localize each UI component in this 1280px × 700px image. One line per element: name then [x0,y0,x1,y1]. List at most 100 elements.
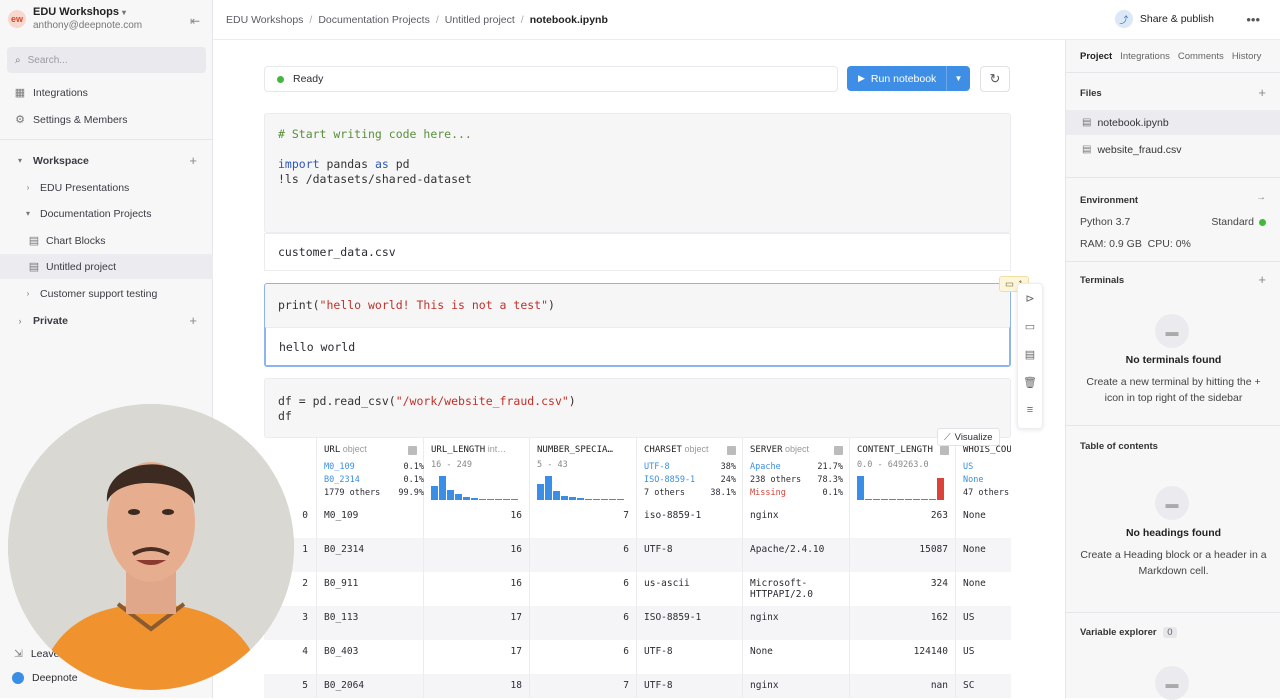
column-menu-icon[interactable] [727,446,736,455]
sidebar-item-chart-blocks[interactable]: ▤ Chart Blocks [0,228,213,253]
table-cell: UTF-8 [637,538,743,572]
arrow-right-icon[interactable]: → [1256,192,1266,203]
sidebar-item-edu-presentations[interactable]: › EDU Presentations [0,175,213,200]
terminals-heading: Terminals [1080,275,1125,286]
search-input[interactable]: ⌕ Search... [7,47,206,73]
file-item[interactable]: ▤ notebook.ipynb [1066,110,1280,135]
table-row: 1 B0_2314 16 6 UTF-8 Apache/2.4.10 15087 None [264,538,1011,572]
more-options-icon[interactable]: ••• [1246,12,1260,27]
collapse-sidebar-icon[interactable]: ⇤ [190,14,200,28]
file-item[interactable]: ▤ website_fraud.csv [1066,137,1280,162]
topbar: EDU Workshops / Documentation Projects / U… [213,0,1280,40]
table-cell: nginx [743,606,850,640]
code-editor[interactable]: # Start writing code here... import pand… [265,114,1010,200]
chart-icon: ⟋ [944,431,951,443]
table-row: 4 B0_403 17 6 UTF-8 None 124140 US [264,640,1011,674]
menu-icon[interactable]: ≡ [1018,396,1042,424]
machine-status-dot [1259,219,1266,226]
column-menu-icon[interactable] [940,446,949,455]
breadcrumb-item[interactable]: Untitled project [445,14,515,26]
empty-terminals-title: No terminals found [1125,354,1222,366]
grid-icon: ▦ [14,87,26,99]
empty-headings-title: No headings found [1125,527,1222,539]
table-cell: 16 [424,538,530,572]
trash-icon[interactable]: 🗑 [1018,368,1042,396]
column-header[interactable]: CONTENT_LENGTH 0.0 - 649263.0 [850,438,956,504]
breadcrumb-item[interactable]: EDU Workshops [226,14,303,26]
add-terminal-icon[interactable]: + [1258,272,1266,287]
run-options-dropdown[interactable]: ▼ [946,66,970,91]
sidebar-item-integrations[interactable]: ▦ Integrations [0,80,213,105]
sidebar-item-documentation-projects[interactable]: ▾ Documentation Projects [0,201,213,226]
tab-project[interactable]: Project [1080,51,1112,62]
table-cell: 162 [850,606,956,640]
chevron-right-icon: › [26,289,30,298]
table-cell: B0_403 [317,640,424,674]
breadcrumb-current[interactable]: notebook.ipynb [530,14,608,26]
column-header[interactable]: URL_LENGTH int… 16 - 249 [424,438,530,504]
table-cell: 16 [424,572,530,606]
calendar-icon[interactable]: ▤ [1018,340,1042,368]
files-heading: Files [1080,88,1102,99]
column-header[interactable]: WHOIS_COU US None 47 others [956,438,1011,504]
terminal-icon: ▬ [1155,314,1189,348]
histogram [857,474,947,500]
column-header[interactable]: SERVER object Apache 21.7% 238 others 78.3… [743,438,850,504]
table-row: 2 B0_911 16 6 us-ascii Microsoft-HTTPAPI/2.0 3… [264,572,1011,606]
exit-icon: ⇲ [14,648,23,660]
environment-python[interactable]: Python 3.7 Standard [1080,216,1266,228]
column-menu-icon[interactable] [408,446,417,455]
workspace-section[interactable]: ▾ Workspace + [0,148,213,173]
cell-output: customer_data.csv [264,233,1011,271]
add-file-icon[interactable]: + [1258,85,1266,100]
code-cell[interactable]: # Start writing code here... import pand… [264,113,1011,233]
comment-icon: ▭ [1005,278,1014,290]
table-row: 3 B0_113 17 6 ISO-8859-1 nginx 162 US [264,606,1011,640]
notebook-area: Ready ▶ Run notebook ▼ ↻ # Start writing … [213,40,1065,698]
column-menu-icon[interactable] [834,446,843,455]
search-icon: ⌕ [15,54,21,66]
table-cell: None [963,544,986,555]
restart-icon[interactable]: ↻ [980,66,1010,92]
run-notebook-button[interactable]: ▶ Run notebook ▼ [847,66,970,91]
workspace-switcher[interactable]: ew EDU Workshops ▾ anthony@deepnote.com [8,6,142,32]
document-icon: ▤ [28,235,40,247]
column-header[interactable]: URL object M0_109 0.1% B0_2314 0.1% 1779 o… [317,438,424,504]
row-index: 4 [264,640,317,674]
tab-history[interactable]: History [1232,51,1262,62]
visualize-button[interactable]: ⟋ Visualize [937,428,1000,446]
breadcrumb: EDU Workshops / Documentation Projects / U… [226,13,608,26]
sidebar-item-settings[interactable]: ⚙ Settings & Members [0,107,213,132]
code-cell[interactable]: df = pd.read_csv("/work/website_fraud.cs… [264,378,1011,438]
table-cell: 6 [530,606,637,640]
comment-icon[interactable]: ▭ [1018,312,1042,340]
variable-icon: ▬ [1155,666,1189,700]
share-icon: ⤴ [1114,10,1133,28]
table-cell: 6 [530,640,637,674]
table-cell: UTF-8 [637,674,743,698]
document-icon: ▤ [28,261,40,273]
table-row: 5 B0_2064 18 7 UTF-8 nginx nan SC [264,674,1011,698]
tab-integrations[interactable]: Integrations [1120,51,1170,62]
table-row: 0 M0_109 16 7 iso-8859-1 nginx 263 None [264,504,1011,538]
run-cell-icon[interactable]: ⊳ [1018,284,1042,312]
table-cell: B0_113 [317,606,424,640]
private-section[interactable]: › Private + [0,308,213,333]
chevron-right-icon: › [18,315,22,326]
sidebar-item-customer-support[interactable]: › Customer support testing [0,281,213,306]
breadcrumb-item[interactable]: Documentation Projects [318,14,429,26]
add-project-icon[interactable]: + [189,153,197,168]
column-header[interactable]: CHARSET object UTF-8 38% ISO-8859-1 24% 7 … [637,438,743,504]
table-cell: 17 [424,640,530,674]
table-cell: SC [963,680,975,691]
table-cell: B0_911 [317,572,424,606]
sidebar-item-untitled-project[interactable]: ▤ Untitled project [0,254,213,279]
table-cell: B0_2314 [317,538,424,572]
share-publish-button[interactable]: ⤴ Share & publish [1114,10,1214,28]
tab-comments[interactable]: Comments [1178,51,1224,62]
code-editor[interactable]: df = pd.read_csv("/work/website_fraud.cs… [265,379,1010,437]
table-cell: ISO-8859-1 [637,606,743,640]
add-private-project-icon[interactable]: + [189,313,197,328]
code-editor[interactable]: print("hello world! This is not a test") [265,284,1010,326]
column-header[interactable]: NUMBER_SPECIA… 5 - 43 [530,438,637,504]
